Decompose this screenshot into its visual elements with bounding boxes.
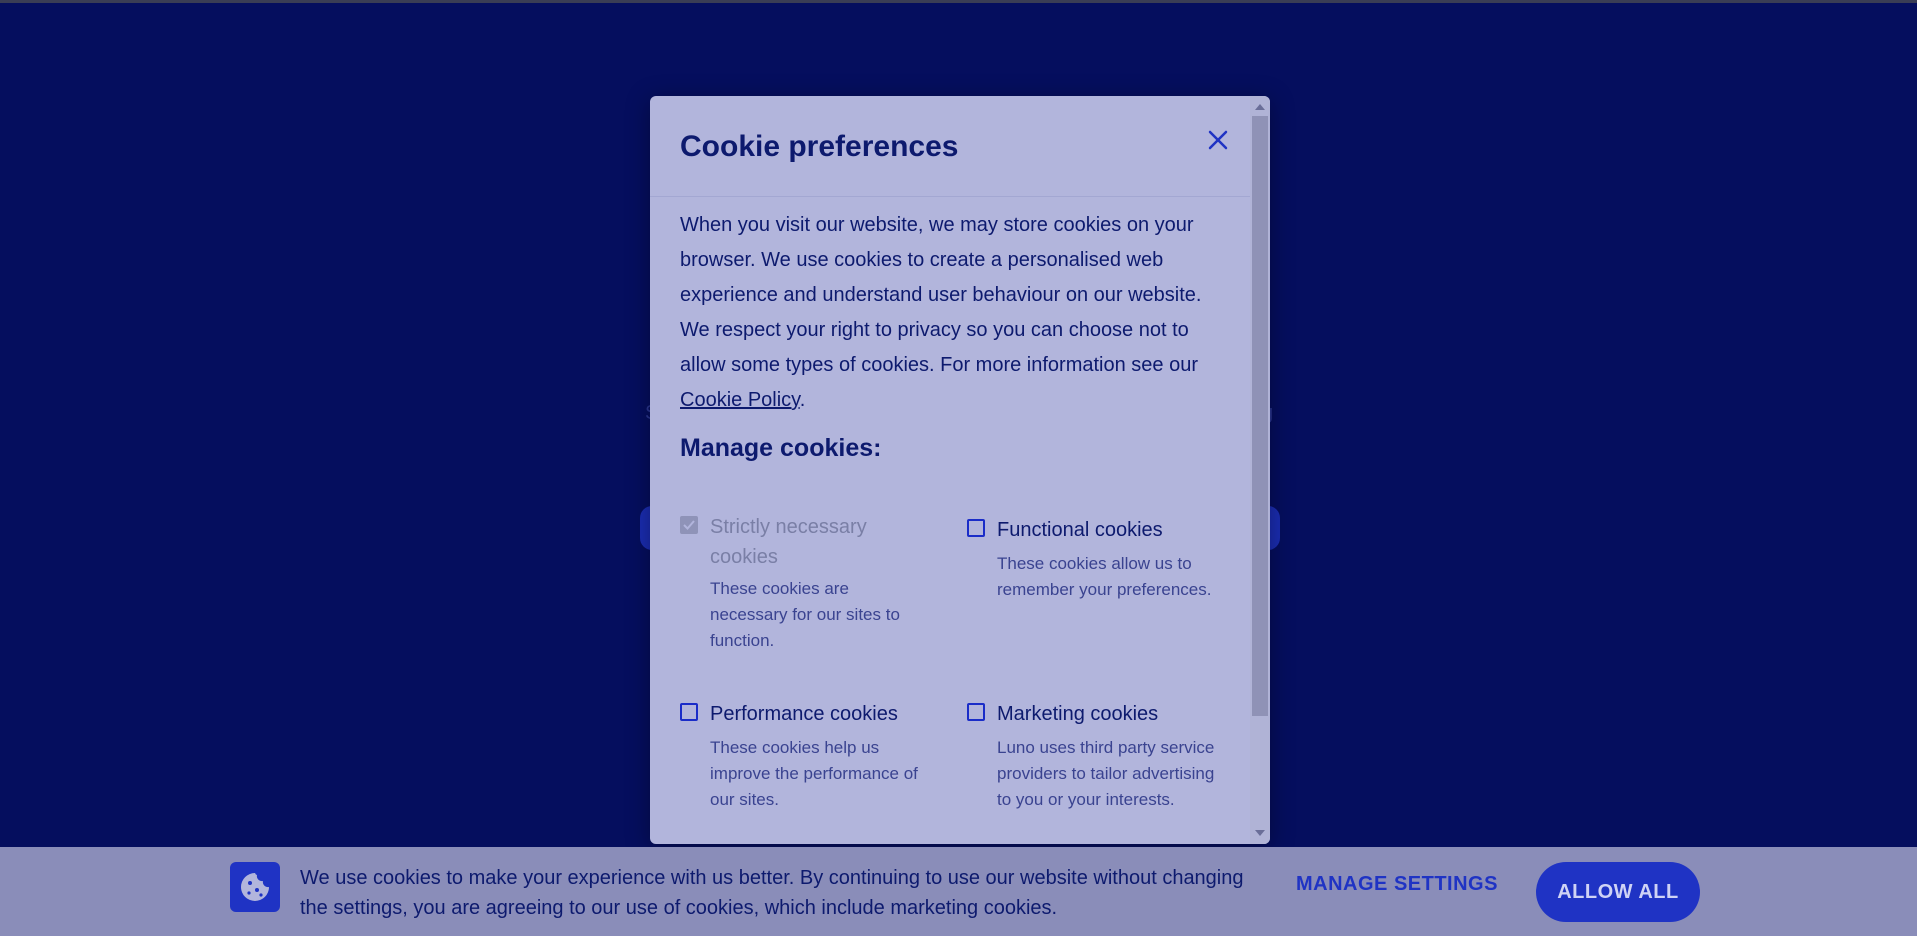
modal-title: Cookie preferences: [680, 130, 959, 163]
functional-label[interactable]: Functional cookies: [997, 515, 1217, 545]
strictly-necessary-description: These cookies are necessary for our site…: [710, 579, 900, 650]
functional-checkbox[interactable]: [967, 519, 985, 537]
intro-paragraph: When you visit our website, we may store…: [680, 208, 1220, 418]
manage-settings-button[interactable]: MANAGE SETTINGS: [1296, 873, 1498, 896]
banner-message: We use cookies to make your experience w…: [300, 867, 1244, 919]
cookie-icon: [230, 862, 280, 912]
marketing-checkbox[interactable]: [967, 703, 985, 721]
checkmark-icon: [683, 520, 695, 530]
browser-top-strip: [0, 0, 1917, 3]
intro-text: When you visit our website, we may store…: [680, 214, 1202, 376]
modal-header: Cookie preferences: [650, 96, 1250, 197]
strictly-necessary-label: Strictly necessary cookies: [710, 516, 867, 568]
functional-description: These cookies allow us to remember your …: [997, 554, 1212, 599]
marketing-description: Luno uses third party service providers …: [997, 738, 1215, 809]
strictly-necessary-checkbox: [680, 516, 698, 534]
performance-checkbox[interactable]: [680, 703, 698, 721]
marketing-label[interactable]: Marketing cookies: [997, 699, 1217, 729]
intro-end: .: [799, 389, 806, 411]
scroll-thumb[interactable]: [1252, 116, 1268, 716]
performance-label[interactable]: Performance cookies: [710, 699, 930, 729]
modal-body: When you visit our website, we may store…: [680, 208, 1220, 418]
manage-cookies-heading: Manage cookies:: [680, 434, 882, 462]
close-button[interactable]: [1202, 124, 1234, 156]
cookie-policy-link[interactable]: Cookie Policy: [680, 389, 800, 411]
modal-scrollbar[interactable]: [1250, 96, 1270, 844]
cookie-preferences-modal: Cookie preferences When you visit our we…: [650, 96, 1270, 844]
allow-all-button[interactable]: ALLOW ALL: [1536, 862, 1700, 922]
close-icon: [1208, 130, 1228, 150]
scroll-up-arrow-icon[interactable]: [1255, 104, 1265, 110]
performance-description: These cookies help us improve the perfor…: [710, 738, 918, 809]
scroll-down-arrow-icon[interactable]: [1255, 830, 1265, 836]
cookie-banner: We use cookies to make your experience w…: [0, 847, 1917, 936]
